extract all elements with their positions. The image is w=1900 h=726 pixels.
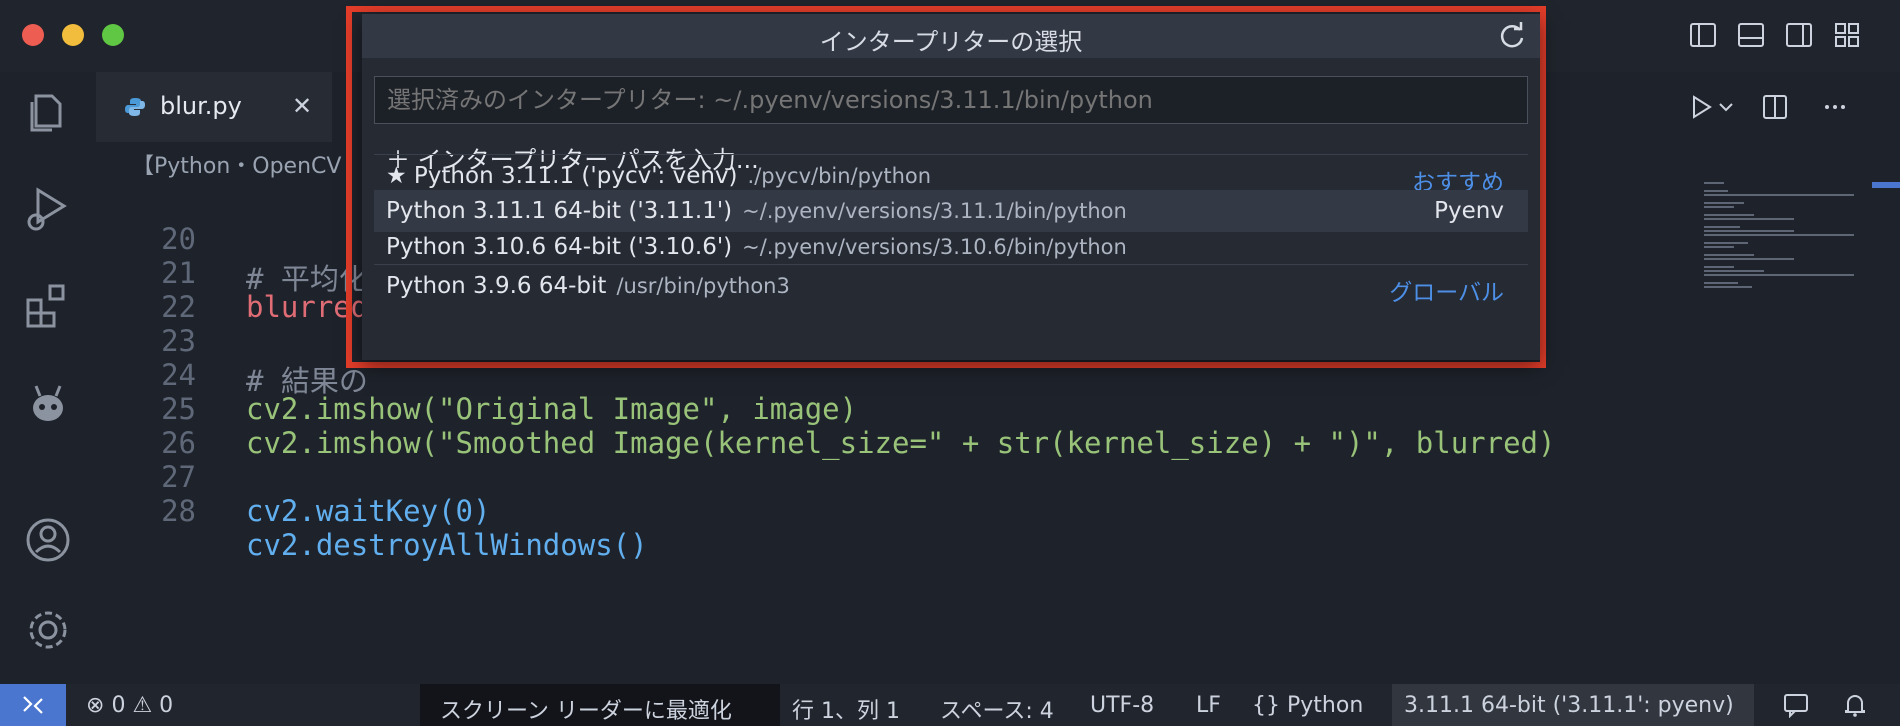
braces-icon: {} <box>1252 693 1280 718</box>
customize-layout-icon[interactable] <box>1832 20 1862 50</box>
minimize-window-button[interactable] <box>62 24 84 46</box>
more-actions-icon[interactable] <box>1820 92 1850 122</box>
python-interpreter-indicator[interactable]: 3.11.1 64-bit ('3.11.1': pyenv) <box>1404 693 1734 718</box>
cursor-position[interactable]: 行 1、列 1 <box>792 693 900 725</box>
remote-icon <box>23 696 43 714</box>
quick-pick-title-bar: インタープリターの選択 <box>362 14 1540 58</box>
toggle-panel-icon[interactable] <box>1736 20 1766 50</box>
toggle-secondary-sidebar-icon[interactable] <box>1784 20 1814 50</box>
pyenv-badge: Pyenv <box>1434 198 1504 224</box>
run-python-file-icon[interactable] <box>1686 92 1716 122</box>
scrollbar-position-marker[interactable] <box>1872 182 1900 188</box>
quick-pick-title: インタープリターの選択 <box>819 28 1083 56</box>
indentation[interactable]: スペース: 4 <box>940 693 1054 725</box>
tab-blur-py[interactable]: blur.py ✕ <box>96 72 332 142</box>
interpreter-name: Python 3.11.1 64-bit ('3.11.1') <box>386 198 733 224</box>
settings-gear-icon[interactable] <box>22 604 74 656</box>
interpreter-item-global[interactable]: Python 3.9.6 64-bit/usr/bin/python3 グローバ… <box>374 264 1528 307</box>
warning-count: 0 <box>159 693 174 718</box>
global-badge: グローバル <box>1389 280 1504 306</box>
toggle-primary-sidebar-icon[interactable] <box>1688 20 1718 50</box>
error-count: 0 <box>111 693 126 718</box>
interpreter-label: Python 3.11.1 64-bit ('3.11.1') ~/.pyenv/… <box>386 198 1127 224</box>
interpreter-name: ★ Python 3.11.1 ('pycv': venv) <box>386 163 738 189</box>
interpreter-path: /usr/bin/python3 <box>616 274 790 298</box>
notifications-bell-icon[interactable] <box>1842 692 1868 718</box>
split-editor-icon[interactable] <box>1760 92 1790 122</box>
accounts-icon[interactable] <box>22 514 74 566</box>
line-number: 28 <box>161 494 196 528</box>
alien-extension-icon[interactable] <box>22 378 74 430</box>
maximize-window-button[interactable] <box>102 24 124 46</box>
close-window-button[interactable] <box>22 24 44 46</box>
tab-label: blur.py <box>160 92 242 120</box>
interpreter-path: ./pycv/bin/python <box>747 164 932 188</box>
interpreter-path: ~/.pyenv/versions/3.10.6/bin/python <box>742 235 1127 259</box>
interpreter-label: Python 3.9.6 64-bit/usr/bin/python3 <box>386 273 790 299</box>
interpreter-search-input[interactable] <box>374 76 1528 124</box>
remote-indicator[interactable] <box>0 684 66 726</box>
activity-bar <box>0 72 96 684</box>
select-interpreter-quick-pick: インタープリターの選択 ＋ インタープリター パスを入力... ★ Python… <box>362 14 1540 360</box>
feedback-icon[interactable] <box>1782 692 1810 718</box>
interpreter-name: Python 3.9.6 64-bit <box>386 273 607 299</box>
end-of-line[interactable]: LF <box>1196 693 1221 718</box>
close-tab-icon[interactable]: ✕ <box>292 92 312 120</box>
code-line: 28 cv2.destroyAllWindows() <box>96 460 1696 562</box>
explorer-icon[interactable] <box>22 86 74 138</box>
interpreter-item-pyenv-3-10-6[interactable]: Python 3.10.6 64-bit ('3.10.6') ~/.pyenv/… <box>374 226 1528 268</box>
code-text: cv2.destroyAllWindows() <box>246 528 648 562</box>
status-bar: ⊗ 0 ⚠ 0 スクリーン リーダーに最適化 行 1、列 1 スペース: 4 U… <box>0 684 1900 726</box>
interpreter-label: Python 3.10.6 64-bit ('3.10.6') ~/.pyenv/… <box>386 234 1127 260</box>
refresh-icon[interactable] <box>1496 20 1528 52</box>
interpreter-name: Python 3.10.6 64-bit ('3.10.6') <box>386 234 733 260</box>
screen-reader-indicator[interactable]: スクリーン リーダーに最適化 <box>440 693 732 725</box>
problems-indicator[interactable]: ⊗ 0 ⚠ 0 <box>86 693 173 718</box>
minimap[interactable] <box>1700 180 1860 300</box>
interpreter-label: ★ Python 3.11.1 ('pycv': venv) ./pycv/bin… <box>386 163 931 189</box>
extensions-icon[interactable] <box>22 280 74 332</box>
run-and-debug-icon[interactable] <box>22 182 74 234</box>
language-mode[interactable]: {} Python <box>1252 693 1363 718</box>
error-icon: ⊗ <box>86 693 105 718</box>
interpreter-path: ~/.pyenv/versions/3.11.1/bin/python <box>742 199 1127 223</box>
run-options-chevron-down-icon[interactable] <box>1716 92 1736 122</box>
language-label: Python <box>1287 693 1364 718</box>
encoding[interactable]: UTF-8 <box>1090 693 1154 718</box>
python-file-icon <box>125 98 145 116</box>
breadcrumb[interactable]: 【Python・OpenCV <box>132 148 341 180</box>
warning-icon: ⚠ <box>132 693 153 718</box>
